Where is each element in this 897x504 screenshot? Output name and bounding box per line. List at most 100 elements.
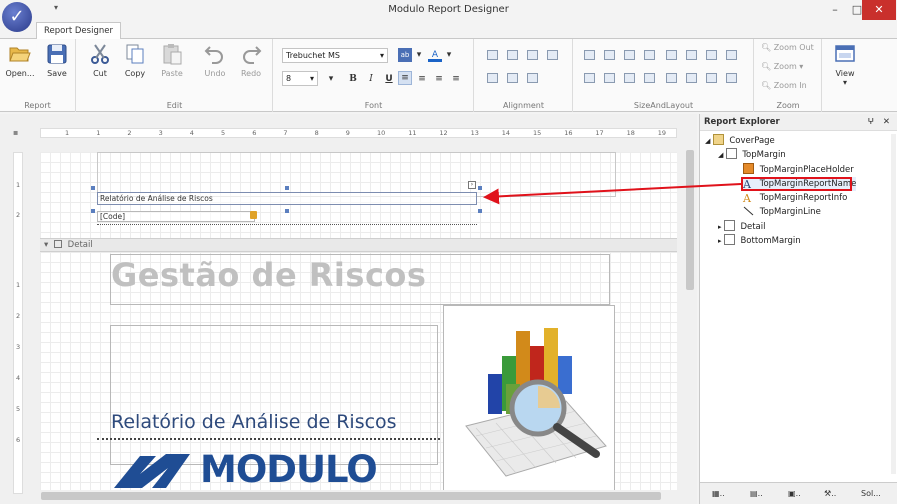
- ruler-tick-label: 2: [16, 211, 21, 219]
- horizontal-scroll-thumb[interactable]: [41, 492, 661, 500]
- ruler-tick-label: 3: [158, 129, 163, 137]
- subtitle-divider: [97, 438, 440, 440]
- save-button[interactable]: Save: [38, 42, 76, 78]
- window-view-icon: [835, 45, 855, 62]
- align-bottoms-icon[interactable]: [527, 73, 538, 83]
- vertical-scroll-thumb[interactable]: [686, 150, 694, 290]
- copy-button[interactable]: Copy: [116, 42, 154, 78]
- decrease-h-spacing-icon[interactable]: [706, 50, 717, 60]
- redo-button[interactable]: Redo: [232, 42, 270, 78]
- report-explorer-header: Report Explorer ⵖ ✕: [700, 114, 897, 131]
- align-tops-icon[interactable]: [487, 73, 498, 83]
- top-margin-report-name-field[interactable]: Relatório de Análise de Riscos: [97, 192, 477, 205]
- cut-button[interactable]: Cut: [81, 42, 119, 78]
- remove-h-spacing-icon[interactable]: [726, 50, 737, 60]
- increase-v-spacing-icon[interactable]: [604, 73, 615, 83]
- top-margin-placeholder[interactable]: [97, 152, 616, 197]
- chevron-down-icon[interactable]: ▾: [324, 72, 338, 86]
- report-explorer-tab[interactable]: ▤..: [750, 489, 763, 498]
- chevron-down-icon[interactable]: ▾: [442, 48, 456, 62]
- decrease-v-spacing-icon[interactable]: [624, 73, 635, 83]
- explorer-scrollbar[interactable]: [891, 134, 896, 474]
- resize-handle[interactable]: [285, 209, 289, 213]
- justify-button[interactable]: ≡: [449, 72, 463, 86]
- chevron-down-icon: ▾: [309, 74, 314, 83]
- make-same-size-icon[interactable]: [644, 50, 655, 60]
- bring-to-front-icon[interactable]: [706, 73, 717, 83]
- center-vertically-icon[interactable]: [686, 73, 697, 83]
- group-sort-icon: ▣: [788, 489, 796, 498]
- copy-icon: [126, 44, 144, 64]
- align-lefts-icon[interactable]: [507, 50, 518, 60]
- view-label: View: [835, 69, 855, 78]
- chevron-down-icon[interactable]: ▾: [412, 48, 426, 62]
- horizontal-scrollbar[interactable]: [27, 490, 684, 502]
- vertical-spacing-icon[interactable]: [584, 73, 595, 83]
- remove-v-spacing-icon[interactable]: [644, 73, 655, 83]
- tree-node-detail[interactable]: ▸ Detail: [718, 220, 766, 234]
- font-size-select[interactable]: 8 ▾: [282, 71, 318, 86]
- align-right-button[interactable]: ≡: [432, 72, 446, 86]
- align-to-grid-icon[interactable]: [487, 50, 498, 60]
- font-family-select[interactable]: Trebuchet MS ▾: [282, 48, 388, 63]
- resize-handle[interactable]: [91, 209, 95, 213]
- solution-tab[interactable]: Sol...: [861, 489, 881, 498]
- tree-node-label: TopMarginLine: [759, 207, 821, 217]
- tree-node-bottommargin[interactable]: ▸ BottomMargin: [718, 234, 801, 248]
- tree-node-topmarginline[interactable]: TopMarginLine: [743, 205, 821, 219]
- ribbon-group-edit: Cut Copy Paste Undo Redo Edit: [77, 39, 273, 112]
- underline-button[interactable]: U: [382, 72, 396, 86]
- make-same-width-icon[interactable]: [604, 50, 615, 60]
- make-same-height-icon[interactable]: [624, 50, 635, 60]
- zoom-dropdown[interactable]: 🔍︎ Zoom ▾: [761, 62, 803, 71]
- pin-icon[interactable]: ⵖ: [868, 114, 874, 131]
- vertical-scrollbar[interactable]: [684, 136, 696, 488]
- cover-image-box[interactable]: [443, 305, 615, 491]
- close-button[interactable]: ✕: [862, 0, 896, 20]
- align-center-button[interactable]: ≡: [415, 72, 429, 86]
- top-margin-report-info-field[interactable]: [Code]: [97, 211, 255, 222]
- tree-node-topmarginplaceholder[interactable]: TopMarginPlaceHolder: [743, 163, 854, 177]
- view-button[interactable]: View ▾: [826, 42, 864, 87]
- center-horizontally-icon[interactable]: [666, 73, 677, 83]
- align-middles-icon[interactable]: [507, 73, 518, 83]
- ruler-tick-label: 7: [283, 129, 288, 137]
- horizontal-spacing-icon[interactable]: [666, 50, 677, 60]
- properties-tab[interactable]: ⚒..: [824, 489, 836, 498]
- modulo-logo-mark: [112, 450, 192, 490]
- font-style-icon[interactable]: ab: [398, 48, 412, 62]
- subtitle-panel[interactable]: [110, 325, 438, 465]
- paste-button[interactable]: Paste: [153, 42, 191, 78]
- app-logo-icon[interactable]: ✓: [2, 2, 32, 32]
- tree-node-topmargin[interactable]: ◢ TopMargin: [718, 148, 786, 162]
- group-sort-tab[interactable]: ▣..: [788, 489, 801, 498]
- tree-node-coverpage[interactable]: ◢ CoverPage: [705, 134, 775, 148]
- undo-button[interactable]: Undo: [196, 42, 234, 78]
- smart-tag-icon[interactable]: ›: [468, 181, 476, 189]
- zoom-in-button[interactable]: 🔍︎ Zoom In: [761, 81, 807, 90]
- send-to-back-icon[interactable]: [726, 73, 737, 83]
- detail-band-bar[interactable]: ▾ Detail: [40, 238, 677, 252]
- field-list-tab[interactable]: ▦..: [712, 489, 725, 498]
- chevron-down-icon: ▾: [842, 78, 847, 87]
- italic-button[interactable]: I: [364, 72, 378, 86]
- top-margin-line[interactable]: [97, 224, 477, 225]
- tab-report-designer[interactable]: Report Designer: [36, 22, 121, 39]
- zoom-out-icon: 🔍︎: [761, 43, 774, 52]
- align-centers-icon[interactable]: [527, 50, 538, 60]
- align-rights-icon[interactable]: [547, 50, 558, 60]
- resize-handle[interactable]: [478, 209, 482, 213]
- zoom-out-button[interactable]: 🔍︎ Zoom Out: [761, 43, 814, 52]
- resize-handle[interactable]: [91, 186, 95, 190]
- size-to-grid-icon[interactable]: [584, 50, 595, 60]
- open-button[interactable]: Open...: [1, 42, 39, 78]
- close-panel-icon[interactable]: ✕: [883, 114, 890, 131]
- font-color-icon[interactable]: A: [428, 48, 442, 62]
- resize-handle[interactable]: [285, 186, 289, 190]
- tree-node-label: TopMarginReportInfo: [759, 193, 848, 203]
- tree-node-topmarginreportinfo[interactable]: A TopMarginReportInfo: [743, 191, 847, 205]
- align-left-button[interactable]: ≡: [398, 71, 412, 85]
- bold-button[interactable]: B: [346, 72, 360, 86]
- increase-h-spacing-icon[interactable]: [686, 50, 697, 60]
- resize-handle[interactable]: [478, 186, 482, 190]
